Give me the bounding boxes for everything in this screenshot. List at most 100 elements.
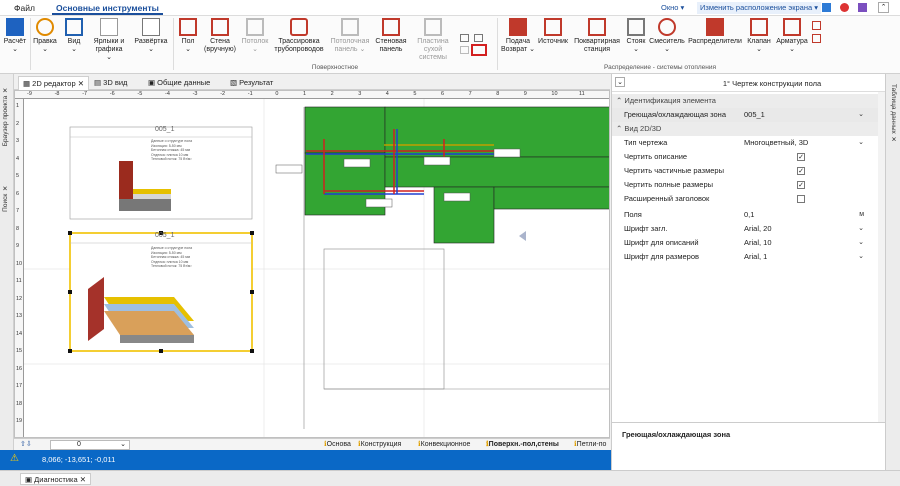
ruler-h-label: -4 — [165, 91, 170, 97]
ruler-v-label: 7 — [16, 208, 20, 214]
drawing-canvas[interactable]: -9 -8 -7 -6 -5 -4 -3 -2 -1 0 1 2 3 4 5 6 7 8 9 10 11 1234567… — [14, 90, 610, 438]
property-row[interactable]: Шрифт загл. Arial, 20 ⌄ — [612, 222, 886, 236]
tab-result[interactable]: ▧ Результат — [226, 76, 277, 90]
apartment-station-button[interactable]: Поквартирная станция — [571, 18, 623, 64]
property-row[interactable]: Чертить полные размеры ✓ — [612, 178, 886, 192]
chevron-down-icon[interactable]: ⌄ — [858, 222, 864, 236]
floor-drawing-icon[interactable] — [471, 44, 487, 56]
square-small-icon[interactable] — [474, 34, 483, 42]
layers-small-icon[interactable] — [460, 46, 469, 54]
property-row[interactable]: Поля 0,1 м — [612, 208, 886, 222]
wall-panel-button[interactable]: Стеновая панель — [374, 18, 408, 64]
mixer-button[interactable]: Смеситель ⌄ — [649, 18, 685, 64]
section-identification[interactable]: ⌃ Идентификация элемента — [612, 94, 886, 108]
layer-select[interactable]: 0 ⌄ — [50, 440, 130, 450]
layer-construction[interactable]: ℹКонструкция — [358, 440, 401, 450]
minimize-ribbon-icon[interactable]: ⌃ — [878, 2, 889, 13]
layer-base[interactable]: ℹОснова — [324, 440, 351, 450]
project-browser-tab[interactable]: Браузер проекта ✕ — [2, 86, 10, 146]
property-row[interactable]: Тип чертежа Многоцветный, 3D ⌄ — [612, 136, 886, 150]
warning-icon[interactable]: ⚠ — [10, 453, 19, 464]
property-label: Чертить частичные размеры — [624, 166, 724, 175]
app-icon[interactable] — [840, 3, 849, 12]
divider — [612, 422, 886, 423]
view-button[interactable]: Вид ⌄ — [62, 18, 86, 64]
tab-general-data[interactable]: ▣ Общие данные — [144, 76, 214, 90]
labels-button[interactable]: Ярлыки и графика ⌄ — [89, 18, 129, 64]
property-row[interactable]: Греющая/охлаждающая зона 005_1 ⌄ — [612, 108, 886, 122]
ruler-h-label: 8 — [496, 91, 500, 97]
dry-plate-icon — [424, 18, 442, 36]
data-table-tab[interactable]: Таблица данных ✕ — [889, 84, 897, 144]
chevron-down-icon[interactable]: ⌄ — [858, 108, 864, 122]
calc-button[interactable]: Расчёт ⌄ — [2, 18, 28, 64]
layer-surface[interactable]: ℹПоверхн.-пол,стены — [486, 440, 559, 450]
property-label: Шрифт для размеров — [624, 252, 700, 261]
property-checkbox[interactable]: ✓ — [797, 181, 805, 189]
property-checkbox[interactable]: ✓ — [797, 153, 805, 161]
section-view-2d3d[interactable]: ⌃ Вид 2D/3D — [612, 122, 886, 136]
property-label: Чертить полные размеры — [624, 180, 714, 189]
ruler-v-label: 14 — [16, 330, 23, 337]
diagnostics-tab[interactable]: ▣ Диагностика ✕ — [20, 473, 92, 485]
property-value[interactable]: 005_1 — [744, 108, 765, 122]
property-row[interactable]: Шрифт для размеров Arial, 1 ⌄ — [612, 250, 886, 264]
unfold-button[interactable]: Развёртка ⌄ — [132, 18, 170, 64]
ruler-v-label: 10 — [16, 260, 23, 267]
supply-return-button[interactable]: Подача Возврат ⌄ — [500, 18, 536, 64]
panel-dropdown-icon[interactable]: ⌄ — [615, 77, 625, 87]
menu-main-tools[interactable]: Основные инструменты — [52, 1, 163, 15]
chevron-down-icon[interactable]: ⌄ — [858, 236, 864, 250]
property-row[interactable]: Чертить частичные размеры ✓ — [612, 164, 886, 178]
ruler-h-label: -8 — [54, 91, 60, 97]
layer-convection[interactable]: ℹКонвекционное — [418, 440, 470, 450]
search-tab[interactable]: Поиск ✕ — [2, 184, 10, 212]
property-row[interactable]: Расширенный заголовок — [612, 192, 886, 206]
sheet1-title: 005_1 — [155, 126, 175, 133]
menu-file[interactable]: Файл — [10, 1, 39, 15]
ruler-v-label: 17 — [16, 383, 23, 389]
floor-button[interactable]: Пол ⌄ — [176, 18, 200, 64]
property-row[interactable]: Шрифт для описаний Arial, 10 ⌄ — [612, 236, 886, 250]
property-value[interactable]: 0,1 — [744, 208, 754, 222]
distributor-button[interactable]: Распределители — [687, 18, 743, 64]
vertical-ruler: 1 2 3 4 5 6 7 8 9 10 11 12 13 14 15 16 17 18 19 — [15, 99, 24, 437]
tab-2d-editor[interactable]: ▦ 2D редактор ✕ — [18, 76, 90, 90]
property-value[interactable]: Многоцветный, 3D — [744, 136, 808, 150]
property-checkbox[interactable] — [797, 195, 805, 203]
separator — [173, 18, 174, 70]
chevron-down-icon[interactable]: ⌄ — [858, 136, 864, 150]
property-value[interactable]: Arial, 20 — [744, 222, 772, 236]
ceiling-icon — [246, 18, 264, 36]
layer-loops[interactable]: ℹПетли-по — [574, 440, 606, 450]
source-button[interactable]: Источник — [538, 18, 568, 64]
layout-menu[interactable]: Изменить расположение экрана ▾ — [697, 2, 822, 14]
property-label: Тип чертежа — [624, 138, 668, 147]
layer-arrows-icon[interactable]: ⇧⇩ — [20, 440, 32, 448]
window-menu[interactable]: Окно ▾ — [661, 2, 684, 14]
floor-plan[interactable] — [24, 99, 610, 438]
trace-pipes-button[interactable]: Трассировка трубопроводов — [273, 18, 325, 64]
property-row[interactable]: Чертить описание ✓ — [612, 150, 886, 164]
tab-3d-view[interactable]: ▤ 3D вид — [90, 76, 131, 90]
chevron-down-icon[interactable]: ⌄ — [858, 250, 864, 264]
screen-icon[interactable] — [822, 3, 831, 12]
wall-manual-button[interactable]: Стена (вручную) — [203, 18, 237, 64]
status-bar: ⚠ 8,066; -13,651; -0,011 — [0, 450, 612, 470]
armature-button[interactable]: Арматура ⌄ — [775, 18, 809, 64]
help-icon[interactable] — [858, 3, 867, 12]
dry-plate-button[interactable]: Пластина сухой системы — [411, 18, 455, 64]
ceiling-button[interactable]: Потолок ⌄ — [240, 18, 270, 64]
edit-button[interactable]: Правка ⌄ — [32, 18, 58, 64]
valve-button[interactable]: Клапан ⌄ — [745, 18, 773, 64]
riser-button[interactable]: Стояк ⌄ — [625, 18, 647, 64]
ruler-h-label: 3 — [358, 91, 362, 97]
sheet-text-line: Тепловой поток: 75 Вт/м² — [151, 157, 192, 161]
ceiling-panel-button[interactable]: Потолочная панель ⌄ — [328, 18, 372, 64]
property-value[interactable]: Arial, 1 — [744, 250, 767, 264]
grid-small-icon[interactable] — [460, 34, 469, 42]
property-checkbox[interactable]: ✓ — [797, 167, 805, 175]
property-value[interactable]: Arial, 10 — [744, 236, 772, 250]
small-tool-icon[interactable] — [812, 21, 821, 30]
small-tool-icon[interactable] — [812, 34, 821, 43]
